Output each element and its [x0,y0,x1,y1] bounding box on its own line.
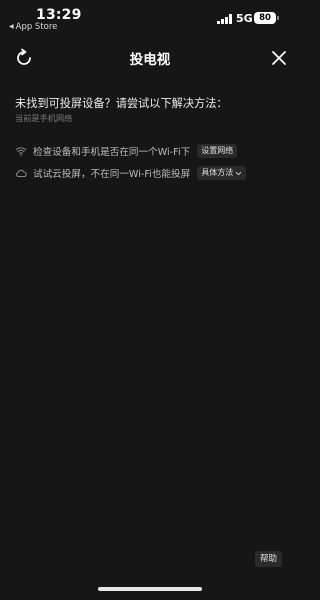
home-indicator[interactable] [98,587,202,591]
page-title: 投电视 [129,52,171,68]
tip-wifi-check: 检查设备和手机是否在同一个Wi-Fi下 设置网络 [15,143,238,159]
nav-bar: 投电视 [0,44,300,72]
wifi-icon [15,147,27,156]
cast-screen: 13:29 ◀ App Store 5G 80 投电视 未找到可投屏设备？请尝试以… [0,0,300,600]
back-triangle-icon: ◀ [9,23,14,30]
cellular-signal-icon [217,14,232,24]
chevron-down-icon [236,171,242,175]
specific-method-label: 具体方法 [201,168,234,177]
status-time: 13:29 [36,7,82,23]
close-icon[interactable] [268,47,290,69]
network-settings-label: 设置网络 [201,146,234,155]
network-type: 5G [236,12,253,25]
network-status-text: 当前是手机网络 [15,113,73,123]
battery-icon: 80 [254,12,279,24]
no-device-headline: 未找到可投屏设备？请尝试以下解决方法： [15,97,228,110]
status-bar: 13:29 ◀ App Store 5G 80 [0,0,300,34]
back-to-app-store[interactable]: ◀ App Store [9,22,57,32]
back-app-label: App Store [15,22,58,32]
cloud-icon [16,169,27,177]
tip-wifi-text: 检查设备和手机是否在同一个Wi-Fi下 [33,147,191,158]
network-settings-button[interactable]: 设置网络 [197,144,238,158]
specific-method-button[interactable]: 具体方法 [197,166,247,180]
tip-cloud-text: 试试云投屏，不在同一Wi-Fi也能投屏 [33,169,191,180]
help-button[interactable]: 帮助 [255,551,283,567]
tip-cloud-cast: 试试云投屏，不在同一Wi-Fi也能投屏 具体方法 [15,165,247,181]
